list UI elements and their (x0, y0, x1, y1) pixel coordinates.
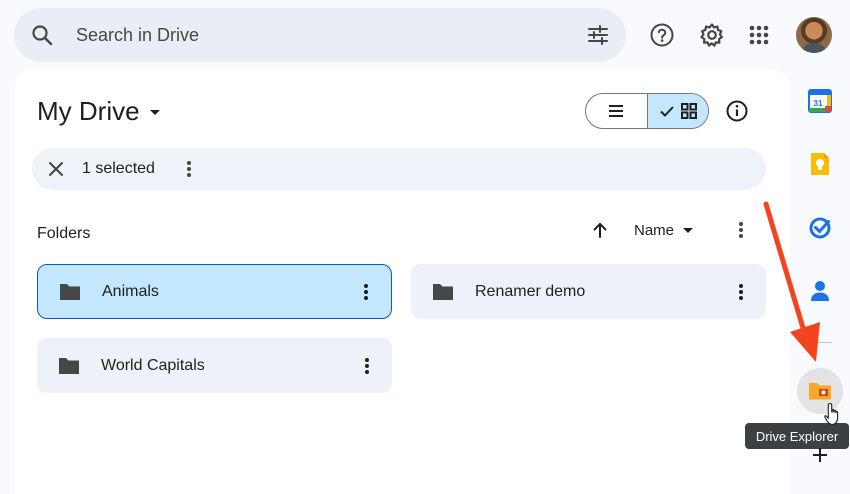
folder-icon (60, 283, 80, 300)
apps-button[interactable] (739, 15, 779, 55)
details-button[interactable] (720, 94, 754, 128)
selection-bar: 1 selected (32, 148, 766, 190)
sort-field-label: Name (634, 221, 675, 239)
folder-more-button[interactable] (341, 264, 391, 319)
annotation-arrow (763, 201, 820, 362)
grid-icon (680, 103, 697, 119)
avatar[interactable] (796, 17, 832, 53)
help-button[interactable] (642, 15, 682, 55)
list-icon (609, 105, 624, 117)
search-icon (32, 25, 53, 46)
more-vert-icon (739, 283, 743, 300)
plus-icon (813, 448, 827, 462)
help-icon (650, 23, 674, 47)
more-vert-icon (739, 222, 743, 238)
keep-icon (811, 153, 829, 175)
arrow-up-icon (593, 222, 607, 238)
info-icon (726, 100, 748, 122)
selection-more-button[interactable] (173, 148, 205, 190)
selection-count: 1 selected (82, 160, 155, 177)
close-icon (49, 162, 63, 176)
folder-more-button[interactable] (342, 338, 392, 393)
folder-icon (59, 357, 79, 374)
more-vert-icon (186, 161, 191, 177)
get-addons-button[interactable] (808, 443, 832, 467)
main-panel: My Drive 1 selected Folders Name Animals… (14, 70, 790, 494)
sort-field-button[interactable]: Name (634, 216, 694, 244)
list-view-button[interactable] (586, 94, 647, 128)
folder-name: Renamer demo (475, 282, 586, 300)
tooltip: Drive Explorer (745, 423, 849, 449)
keep-app-button[interactable] (802, 146, 838, 182)
more-vert-icon (365, 357, 369, 374)
drive-explorer-icon (809, 383, 831, 400)
folder-card[interactable]: World Capitals (37, 338, 392, 393)
search-button[interactable] (14, 8, 70, 62)
clear-selection-button[interactable] (34, 148, 78, 190)
folder-icon (433, 283, 453, 300)
search-bar[interactable] (14, 8, 626, 62)
apps-grid-icon (749, 25, 769, 45)
view-toggle (585, 93, 709, 129)
check-icon (660, 106, 674, 117)
sort-direction-button[interactable] (586, 216, 614, 244)
more-vert-icon (364, 283, 368, 300)
tune-icon (588, 25, 608, 45)
caret-down-icon (683, 228, 694, 233)
folder-name: World Capitals (101, 356, 205, 374)
grid-view-button[interactable] (646, 94, 708, 128)
page-title[interactable]: My Drive (37, 96, 162, 127)
section-more-button[interactable] (728, 216, 754, 244)
search-options-button[interactable] (570, 8, 626, 62)
section-label: Folders (37, 225, 91, 242)
calendar-icon: 31 (808, 89, 832, 113)
folder-card[interactable]: Animals (37, 264, 392, 319)
settings-button[interactable] (692, 15, 732, 55)
caret-down-icon (149, 109, 160, 115)
search-input[interactable] (76, 24, 570, 46)
hand-cursor-icon (824, 402, 839, 426)
folder-name: Animals (102, 282, 159, 300)
folder-more-button[interactable] (716, 264, 766, 319)
calendar-app-button[interactable]: 31 (802, 83, 838, 119)
calendar-day: 31 (814, 99, 823, 108)
folder-card[interactable]: Renamer demo (411, 264, 766, 319)
settings-icon (700, 23, 723, 47)
page-title-text: My Drive (37, 96, 140, 126)
